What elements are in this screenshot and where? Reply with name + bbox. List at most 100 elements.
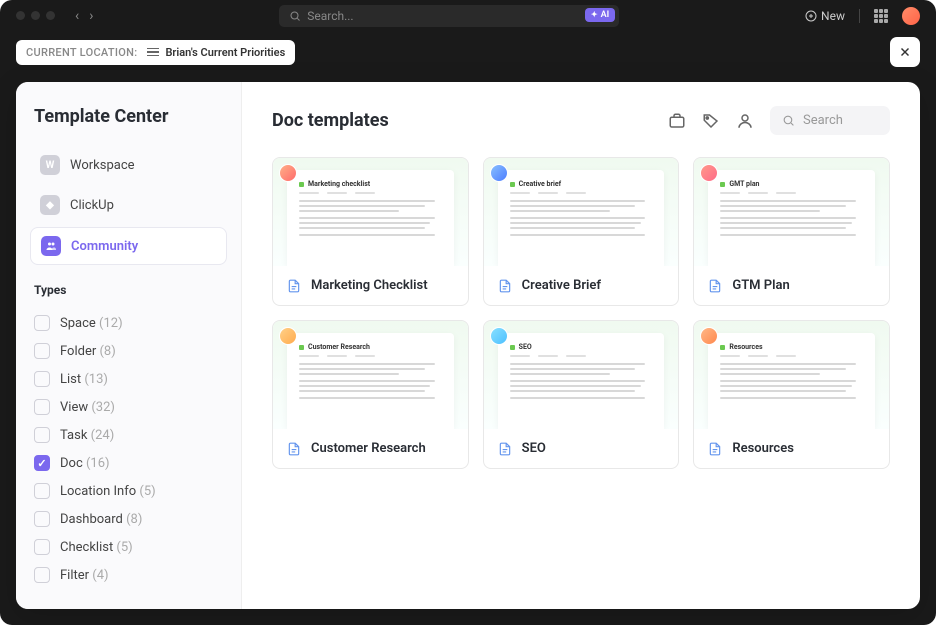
types-label: Types xyxy=(34,283,227,297)
card-preview: Resources xyxy=(694,321,889,429)
close-button[interactable] xyxy=(890,37,920,67)
checkbox[interactable] xyxy=(34,427,50,443)
plus-circle-icon xyxy=(805,10,817,22)
checkbox[interactable] xyxy=(34,539,50,555)
apps-grid-button[interactable] xyxy=(874,9,888,23)
checkbox[interactable] xyxy=(34,567,50,583)
template-card-creative-brief[interactable]: Creative brief Creative Brief xyxy=(483,157,680,306)
source-community[interactable]: Community xyxy=(30,227,227,265)
global-search-input[interactable]: Search... ✦AI xyxy=(279,5,619,27)
briefcase-icon[interactable] xyxy=(668,112,686,130)
window-controls xyxy=(16,11,55,20)
type-label: List (13) xyxy=(60,372,108,387)
sidebar-title: Template Center xyxy=(30,106,227,127)
document-icon xyxy=(498,279,512,293)
type-label: Location Info (5) xyxy=(60,484,156,499)
author-avatar xyxy=(279,327,297,345)
card-title: GTM Plan xyxy=(732,278,789,293)
type-filter-folder[interactable]: Folder (8) xyxy=(30,337,227,365)
document-icon xyxy=(708,442,722,456)
card-footer: Creative Brief xyxy=(484,266,679,305)
card-preview: Customer Research xyxy=(273,321,468,429)
workspace-icon: W xyxy=(40,155,60,175)
type-filter-task[interactable]: Task (24) xyxy=(30,421,227,449)
type-label: Checklist (5) xyxy=(60,540,133,555)
type-filter-checklist[interactable]: Checklist (5) xyxy=(30,533,227,561)
template-card-seo[interactable]: SEO SEO xyxy=(483,320,680,469)
page-title: Doc templates xyxy=(272,110,389,131)
new-button[interactable]: New xyxy=(805,9,845,23)
preview-title: SEO xyxy=(510,343,653,351)
card-title: Customer Research xyxy=(311,441,426,456)
type-label: Doc (16) xyxy=(60,456,110,471)
card-title: Resources xyxy=(732,441,794,456)
checkbox[interactable] xyxy=(34,483,50,499)
breadcrumb-bar: CURRENT LOCATION: Brian's Current Priori… xyxy=(0,31,936,73)
location-value: Brian's Current Priorities xyxy=(165,46,285,59)
checkbox[interactable] xyxy=(34,315,50,331)
checkbox[interactable] xyxy=(34,399,50,415)
card-footer: GTM Plan xyxy=(694,266,889,305)
card-preview: Marketing checklist xyxy=(273,158,468,266)
template-card-marketing-checklist[interactable]: Marketing checklist Marketing Checklist xyxy=(272,157,469,306)
clickup-icon: ◆ xyxy=(40,195,60,215)
traffic-light-dot[interactable] xyxy=(31,11,40,20)
person-icon[interactable] xyxy=(736,112,754,130)
source-workspace[interactable]: W Workspace xyxy=(30,147,227,183)
template-card-customer-research[interactable]: Customer Research Customer Research xyxy=(272,320,469,469)
location-chip[interactable]: CURRENT LOCATION: Brian's Current Priori… xyxy=(16,40,295,65)
checkbox[interactable] xyxy=(34,455,50,471)
checkbox[interactable] xyxy=(34,371,50,387)
card-footer: SEO xyxy=(484,429,679,468)
close-icon xyxy=(898,45,912,59)
main-content: Doc templates Search Marketing checklist xyxy=(242,82,920,609)
type-filter-dashboard[interactable]: Dashboard (8) xyxy=(30,505,227,533)
search-icon xyxy=(289,10,301,22)
nav-back-button[interactable]: ‹ xyxy=(75,8,79,24)
type-filter-filter[interactable]: Filter (4) xyxy=(30,561,227,589)
card-title: Marketing Checklist xyxy=(311,278,428,293)
template-card-gtm-plan[interactable]: GMT plan GTM Plan xyxy=(693,157,890,306)
checkbox[interactable] xyxy=(34,343,50,359)
type-filter-doc[interactable]: Doc (16) xyxy=(30,449,227,477)
search-icon xyxy=(782,114,795,127)
author-avatar xyxy=(490,164,508,182)
card-footer: Customer Research xyxy=(273,429,468,468)
document-icon xyxy=(287,442,301,456)
type-filter-space[interactable]: Space (12) xyxy=(30,309,227,337)
preview-title: Customer Research xyxy=(299,343,442,351)
type-filter-list[interactable]: List (13) xyxy=(30,365,227,393)
template-card-resources[interactable]: Resources Resources xyxy=(693,320,890,469)
card-title: Creative Brief xyxy=(522,278,601,293)
search-placeholder: Search... xyxy=(307,9,353,23)
type-label: Dashboard (8) xyxy=(60,512,142,527)
card-preview: SEO xyxy=(484,321,679,429)
preview-title: Resources xyxy=(720,343,863,351)
type-label: Folder (8) xyxy=(60,344,116,359)
source-clickup[interactable]: ◆ ClickUp xyxy=(30,187,227,223)
traffic-light-dot[interactable] xyxy=(16,11,25,20)
type-filter-view[interactable]: View (32) xyxy=(30,393,227,421)
traffic-light-dot[interactable] xyxy=(46,11,55,20)
type-label: Space (12) xyxy=(60,316,123,331)
template-search-input[interactable]: Search xyxy=(770,106,890,135)
type-label: Filter (4) xyxy=(60,568,109,583)
document-icon xyxy=(708,279,722,293)
type-filter-location-info[interactable]: Location Info (5) xyxy=(30,477,227,505)
type-label: View (32) xyxy=(60,400,115,415)
type-label: Task (24) xyxy=(60,428,114,443)
document-icon xyxy=(498,442,512,456)
ai-chip[interactable]: ✦AI xyxy=(585,8,615,22)
checkbox[interactable] xyxy=(34,511,50,527)
preview-title: Marketing checklist xyxy=(299,180,442,188)
template-center-panel: Template Center W Workspace ◆ ClickUp Co… xyxy=(16,82,920,609)
card-footer: Marketing Checklist xyxy=(273,266,468,305)
nav-forward-button[interactable]: › xyxy=(89,8,93,24)
user-avatar[interactable] xyxy=(902,7,920,25)
tag-icon[interactable] xyxy=(702,112,720,130)
author-avatar xyxy=(490,327,508,345)
topbar: ‹ › Search... ✦AI New xyxy=(0,0,936,31)
author-avatar xyxy=(279,164,297,182)
location-label: CURRENT LOCATION: xyxy=(26,46,137,59)
preview-title: GMT plan xyxy=(720,180,863,188)
